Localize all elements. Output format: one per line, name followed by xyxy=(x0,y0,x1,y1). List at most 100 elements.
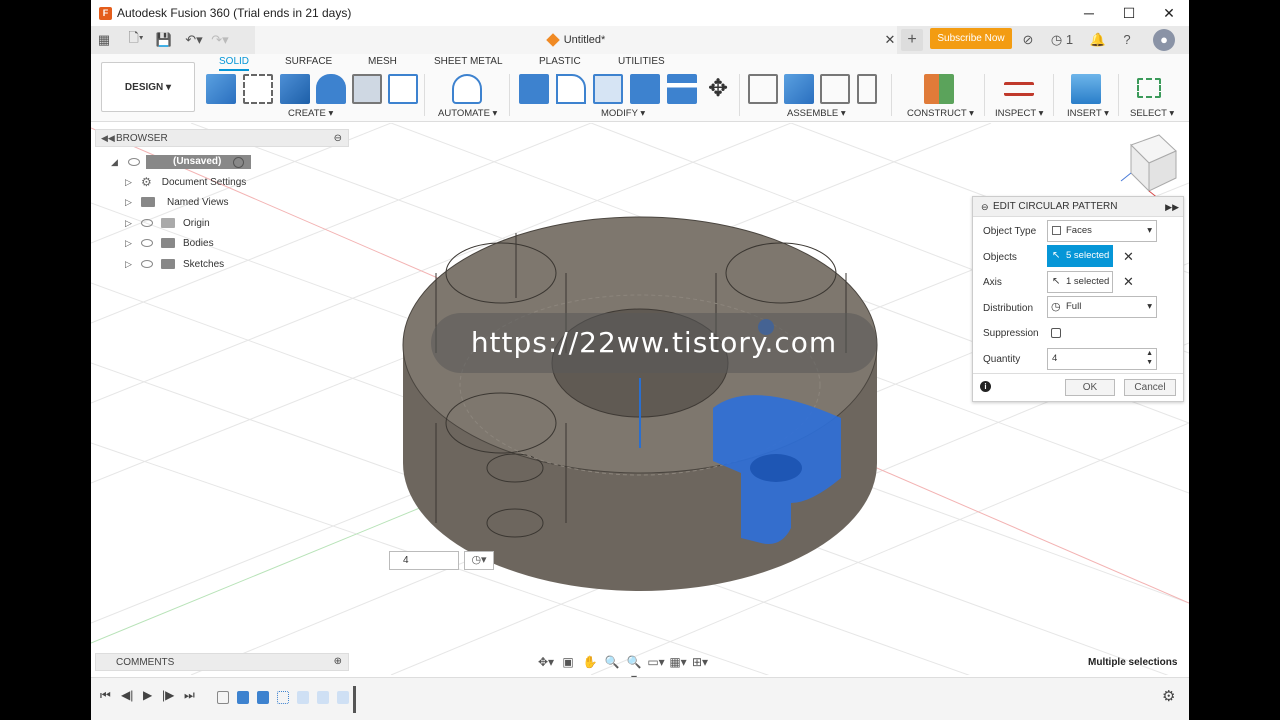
distribution-dropdown-icon[interactable]: ◷▾ xyxy=(464,551,494,570)
visibility-icon[interactable] xyxy=(128,158,140,166)
timeline-feature-icon[interactable] xyxy=(297,691,309,704)
file-menu-icon[interactable]: 🗋▾ xyxy=(123,26,149,54)
expand-icon[interactable]: ▷ xyxy=(125,238,132,249)
zoom-icon[interactable]: 🔍 xyxy=(603,654,621,670)
expand-icon[interactable]: ▷ xyxy=(125,259,132,270)
measure-icon[interactable] xyxy=(1004,82,1034,96)
revolve-icon[interactable] xyxy=(316,74,346,104)
document-tab[interactable]: Untitled* ✕ xyxy=(255,26,897,54)
create-menu[interactable]: CREATE ▾ xyxy=(288,108,333,119)
assemble-menu[interactable]: ASSEMBLE ▾ xyxy=(787,108,846,119)
axis-selection[interactable]: ↖ 1 selected xyxy=(1047,271,1113,293)
view-cube[interactable] xyxy=(1120,134,1177,200)
suppression-checkbox[interactable] xyxy=(1051,328,1061,338)
avatar[interactable]: ● xyxy=(1153,29,1175,51)
expand-icon[interactable]: ▷ xyxy=(125,177,132,188)
timeline-sketch-icon[interactable] xyxy=(217,691,229,704)
select-icon[interactable] xyxy=(1137,78,1161,98)
jobs-icon[interactable]: ◷ 1 xyxy=(1047,29,1077,51)
timeline-pattern-icon[interactable] xyxy=(277,691,289,704)
distribution-select[interactable]: ◷ Full ▾ xyxy=(1047,296,1157,318)
go-to-start-icon[interactable]: ⏮ xyxy=(100,688,111,703)
timeline-feature-icon[interactable] xyxy=(317,691,329,704)
grid-settings-icon[interactable]: ▦▾ xyxy=(669,654,687,670)
object-type-select[interactable]: Faces ▾ xyxy=(1047,220,1157,242)
browser-minimize-icon[interactable]: ⊖ xyxy=(334,133,342,144)
ok-button[interactable]: OK xyxy=(1065,379,1115,396)
tab-utilities[interactable]: UTILITIES xyxy=(618,56,665,67)
move-icon[interactable]: ✥ xyxy=(703,74,733,104)
pattern-icon[interactable] xyxy=(388,74,418,104)
minimize-button[interactable]: ─ xyxy=(1069,0,1109,26)
workspace-switcher[interactable]: DESIGN ▾ xyxy=(101,62,195,112)
clear-axis-icon[interactable]: ✕ xyxy=(1123,274,1134,290)
collapse-icon[interactable]: ◀◀ xyxy=(101,133,115,144)
construct-menu[interactable]: CONSTRUCT ▾ xyxy=(907,108,974,119)
notifications-icon[interactable]: 🔔 xyxy=(1087,29,1109,51)
inspect-menu[interactable]: INSPECT ▾ xyxy=(995,108,1043,119)
tree-item-sketches[interactable]: ▷ Sketches xyxy=(125,255,224,273)
expand-icon[interactable]: ▷ xyxy=(125,218,132,229)
activate-radio-icon[interactable] xyxy=(233,156,244,168)
expand-panel-icon[interactable]: ▶▶ xyxy=(1165,197,1179,217)
go-to-end-icon[interactable]: ⏭ xyxy=(184,688,195,703)
tree-item-named-views[interactable]: ▷ Named Views xyxy=(125,193,229,211)
modify-menu[interactable]: MODIFY ▾ xyxy=(601,108,645,119)
expand-icon[interactable]: ▷ xyxy=(125,197,132,208)
play-icon[interactable]: ▶ xyxy=(143,688,152,702)
offset-plane-icon[interactable] xyxy=(924,74,954,104)
fillet-icon[interactable] xyxy=(556,74,586,104)
orbit-icon[interactable]: ✥▾ xyxy=(537,654,555,670)
tab-surface[interactable]: SURFACE xyxy=(285,56,332,67)
zoom-window-icon[interactable]: 🔍▾ xyxy=(625,654,643,685)
panel-header[interactable]: ⊖ EDIT CIRCULAR PATTERN ▶▶ xyxy=(973,197,1183,217)
step-forward-icon[interactable]: |▶ xyxy=(162,688,174,702)
viewport-quantity-input[interactable]: 4 xyxy=(389,551,459,570)
insert-menu[interactable]: INSERT ▾ xyxy=(1067,108,1109,119)
info-icon[interactable]: i xyxy=(980,381,991,392)
tree-item-origin[interactable]: ▷ Origin xyxy=(125,214,210,232)
joint-icon[interactable] xyxy=(748,74,778,104)
cancel-button[interactable]: Cancel xyxy=(1124,379,1176,396)
timeline-feature-icon[interactable] xyxy=(337,691,349,704)
stepper-arrows-icon[interactable]: ▲ ▼ xyxy=(1146,349,1153,367)
undo-icon[interactable]: ↶▾ xyxy=(181,26,207,54)
help-icon[interactable]: ? xyxy=(1116,29,1138,51)
offline-icon[interactable]: ⊘ xyxy=(1017,29,1039,51)
look-at-icon[interactable]: ▣ xyxy=(559,654,577,670)
shell-icon[interactable] xyxy=(630,74,660,104)
tab-mesh[interactable]: MESH xyxy=(368,56,397,67)
as-built-joint-icon[interactable] xyxy=(820,74,850,104)
tab-plastic[interactable]: PLASTIC xyxy=(539,56,581,67)
tab-solid[interactable]: SOLID xyxy=(219,56,250,71)
new-component-icon[interactable] xyxy=(206,74,236,104)
combine-icon[interactable] xyxy=(667,74,697,104)
tree-item-bodies[interactable]: ▷ Bodies xyxy=(125,234,214,252)
display-settings-icon[interactable]: ▭▾ xyxy=(647,654,665,670)
visibility-icon[interactable] xyxy=(141,219,153,227)
insert-image-icon[interactable] xyxy=(1071,74,1101,104)
hole-icon[interactable] xyxy=(352,74,382,104)
tab-sheet-metal[interactable]: SHEET METAL xyxy=(434,56,503,67)
add-comment-icon[interactable]: ⊕ xyxy=(334,656,342,667)
timeline-settings-icon[interactable]: ⚙ xyxy=(1162,687,1175,705)
clear-objects-icon[interactable]: ✕ xyxy=(1123,249,1134,265)
save-icon[interactable]: 💾 xyxy=(151,26,177,54)
subscribe-button[interactable]: Subscribe Now xyxy=(930,28,1012,49)
redo-icon[interactable]: ↷▾ xyxy=(207,26,233,54)
new-tab-button[interactable]: + xyxy=(901,29,923,51)
expand-icon[interactable]: ◢ xyxy=(111,157,118,168)
grid-menu-icon[interactable]: ▦ xyxy=(91,26,117,54)
browser-panel-header[interactable]: ◀◀ BROWSER ⊖ xyxy=(95,129,349,147)
quantity-stepper[interactable]: 4 ▲ ▼ xyxy=(1047,348,1157,370)
timeline-marker[interactable] xyxy=(353,686,356,713)
close-button[interactable]: ✕ xyxy=(1149,0,1189,26)
timeline-extrude-icon[interactable] xyxy=(257,691,269,704)
automate-icon[interactable] xyxy=(452,74,482,104)
new-component-assemble-icon[interactable] xyxy=(784,74,814,104)
tree-item-document-settings[interactable]: ▷ ⚙ Document Settings xyxy=(125,173,246,191)
comments-panel[interactable]: COMMENTS ⊕ xyxy=(95,653,349,671)
collapse-panel-icon[interactable]: ⊖ xyxy=(981,197,989,217)
visibility-icon[interactable] xyxy=(141,260,153,268)
select-menu[interactable]: SELECT ▾ xyxy=(1130,108,1174,119)
